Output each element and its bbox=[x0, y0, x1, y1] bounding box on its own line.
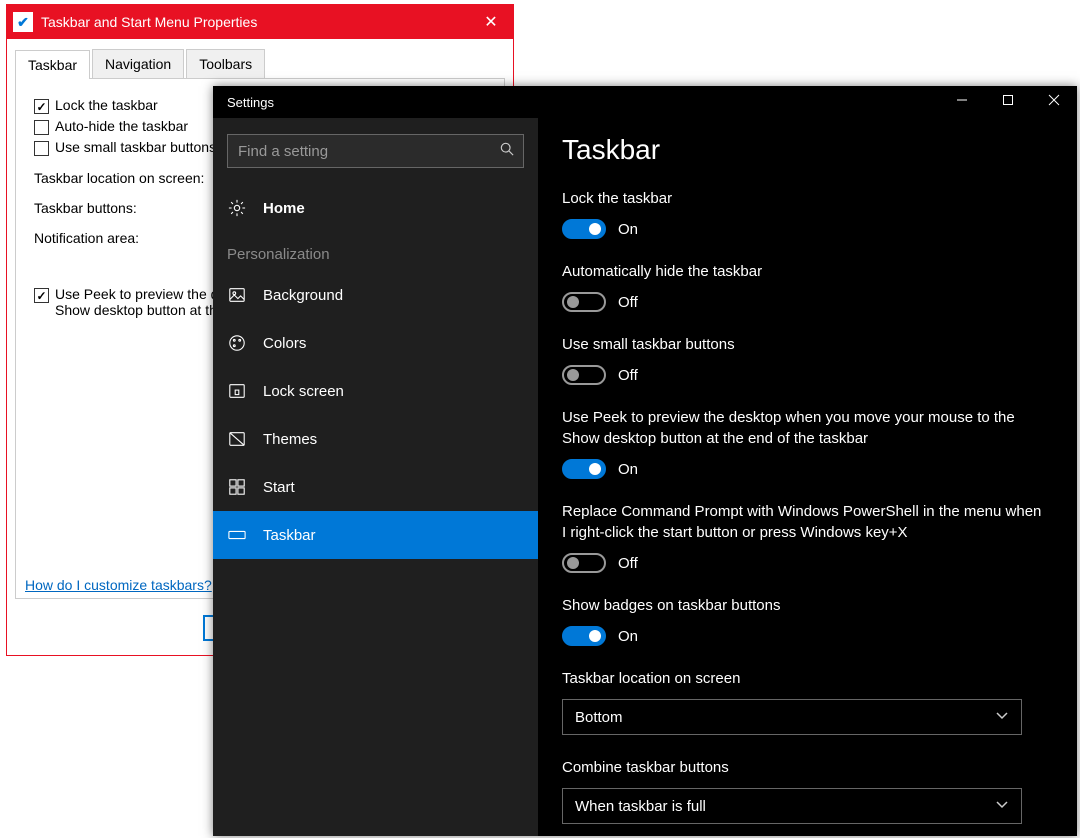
tab-navigation[interactable]: Navigation bbox=[92, 49, 184, 78]
close-icon[interactable]: ✕ bbox=[469, 12, 513, 32]
chevron-down-icon bbox=[995, 708, 1009, 726]
dropdown-location[interactable]: Bottom bbox=[562, 699, 1022, 735]
legacy-window-icon: ✔ bbox=[13, 12, 33, 32]
setting-label: Use small taskbar buttons bbox=[562, 334, 1042, 355]
nav-background[interactable]: Background bbox=[213, 271, 538, 319]
setting-lock-taskbar: Lock the taskbar On bbox=[562, 188, 1053, 239]
legacy-tabs: Taskbar Navigation Toolbars bbox=[15, 49, 505, 79]
gear-icon bbox=[227, 199, 247, 217]
start-icon bbox=[227, 478, 247, 496]
setting-powershell: Replace Command Prompt with Windows Powe… bbox=[562, 501, 1053, 573]
close-button[interactable] bbox=[1031, 86, 1077, 118]
nav-themes[interactable]: Themes bbox=[213, 415, 538, 463]
dropdown-value: Bottom bbox=[575, 709, 623, 726]
toggle-peek[interactable] bbox=[562, 459, 606, 479]
palette-icon bbox=[227, 334, 247, 352]
toggle-powershell[interactable] bbox=[562, 553, 606, 573]
toggle-autohide[interactable] bbox=[562, 292, 606, 312]
setting-label: Lock the taskbar bbox=[562, 188, 1042, 209]
toggle-badges[interactable] bbox=[562, 626, 606, 646]
toggle-state: On bbox=[618, 628, 638, 645]
nav-home[interactable]: Home bbox=[213, 184, 538, 232]
check-label: Lock the taskbar bbox=[55, 97, 158, 113]
peek-line1: Use Peek to preview the de bbox=[55, 286, 226, 302]
tab-taskbar[interactable]: Taskbar bbox=[15, 50, 90, 79]
nav-label: Lock screen bbox=[263, 383, 344, 400]
nav-label: Taskbar bbox=[263, 527, 316, 544]
nav-label: Start bbox=[263, 479, 295, 496]
minimize-button[interactable] bbox=[939, 86, 985, 118]
settings-body: Home Personalization Background Colors L… bbox=[213, 118, 1077, 836]
page-title: Taskbar bbox=[562, 134, 1053, 166]
check-label-multiline: Use Peek to preview the de Show desktop … bbox=[55, 286, 226, 318]
checkbox-icon[interactable] bbox=[34, 288, 49, 303]
main-panel: Taskbar Lock the taskbar On Automaticall… bbox=[538, 118, 1077, 836]
toggle-state: On bbox=[618, 221, 638, 238]
search-wrap bbox=[227, 134, 524, 168]
checkbox-icon[interactable] bbox=[34, 120, 49, 135]
nav-start[interactable]: Start bbox=[213, 463, 538, 511]
nav-label: Background bbox=[263, 287, 343, 304]
checkbox-icon[interactable] bbox=[34, 99, 49, 114]
chevron-down-icon bbox=[995, 797, 1009, 815]
toggle-lock[interactable] bbox=[562, 219, 606, 239]
legacy-titlebar[interactable]: ✔ Taskbar and Start Menu Properties ✕ bbox=[7, 5, 513, 39]
nav-label: Themes bbox=[263, 431, 317, 448]
check-label: Auto-hide the taskbar bbox=[55, 118, 188, 134]
setting-label: Combine taskbar buttons bbox=[562, 757, 1042, 778]
search-input[interactable] bbox=[227, 134, 524, 168]
nav-label: Home bbox=[263, 200, 305, 217]
legacy-window-title: Taskbar and Start Menu Properties bbox=[41, 14, 469, 30]
help-link[interactable]: How do I customize taskbars? bbox=[25, 577, 212, 593]
themes-icon bbox=[227, 430, 247, 448]
checkbox-icon[interactable] bbox=[34, 141, 49, 156]
nav-lockscreen[interactable]: Lock screen bbox=[213, 367, 538, 415]
setting-combine: Combine taskbar buttons When taskbar is … bbox=[562, 757, 1053, 824]
toggle-state: Off bbox=[618, 555, 638, 572]
lockscreen-icon bbox=[227, 382, 247, 400]
nav-taskbar[interactable]: Taskbar bbox=[213, 511, 538, 559]
dropdown-value: When taskbar is full bbox=[575, 798, 706, 815]
image-icon bbox=[227, 286, 247, 304]
toggle-state: Off bbox=[618, 294, 638, 311]
setting-label: Use Peek to preview the desktop when you… bbox=[562, 407, 1042, 449]
setting-label: Show badges on taskbar buttons bbox=[562, 595, 1042, 616]
toggle-state: On bbox=[618, 461, 638, 478]
settings-window: Settings Home Personalization Backgr bbox=[213, 86, 1077, 836]
setting-label: Taskbar location on screen bbox=[562, 668, 1042, 689]
setting-autohide: Automatically hide the taskbar Off bbox=[562, 261, 1053, 312]
nav-colors[interactable]: Colors bbox=[213, 319, 538, 367]
maximize-button[interactable] bbox=[985, 86, 1031, 118]
sidebar: Home Personalization Background Colors L… bbox=[213, 118, 538, 836]
setting-label: Replace Command Prompt with Windows Powe… bbox=[562, 501, 1042, 543]
setting-location: Taskbar location on screen Bottom bbox=[562, 668, 1053, 735]
tab-toolbars[interactable]: Toolbars bbox=[186, 49, 265, 78]
taskbar-icon bbox=[227, 526, 247, 544]
toggle-state: Off bbox=[618, 367, 638, 384]
check-label: Use small taskbar buttons bbox=[55, 139, 216, 155]
nav-label: Colors bbox=[263, 335, 306, 352]
toggle-small[interactable] bbox=[562, 365, 606, 385]
setting-label: Automatically hide the taskbar bbox=[562, 261, 1042, 282]
settings-title: Settings bbox=[227, 95, 939, 110]
peek-line2: Show desktop button at th bbox=[55, 302, 226, 318]
setting-small-buttons: Use small taskbar buttons Off bbox=[562, 334, 1053, 385]
search-icon bbox=[500, 142, 514, 159]
nav-section-label: Personalization bbox=[213, 232, 538, 271]
dropdown-combine[interactable]: When taskbar is full bbox=[562, 788, 1022, 824]
setting-peek: Use Peek to preview the desktop when you… bbox=[562, 407, 1053, 479]
setting-badges: Show badges on taskbar buttons On bbox=[562, 595, 1053, 646]
settings-titlebar[interactable]: Settings bbox=[213, 86, 1077, 118]
